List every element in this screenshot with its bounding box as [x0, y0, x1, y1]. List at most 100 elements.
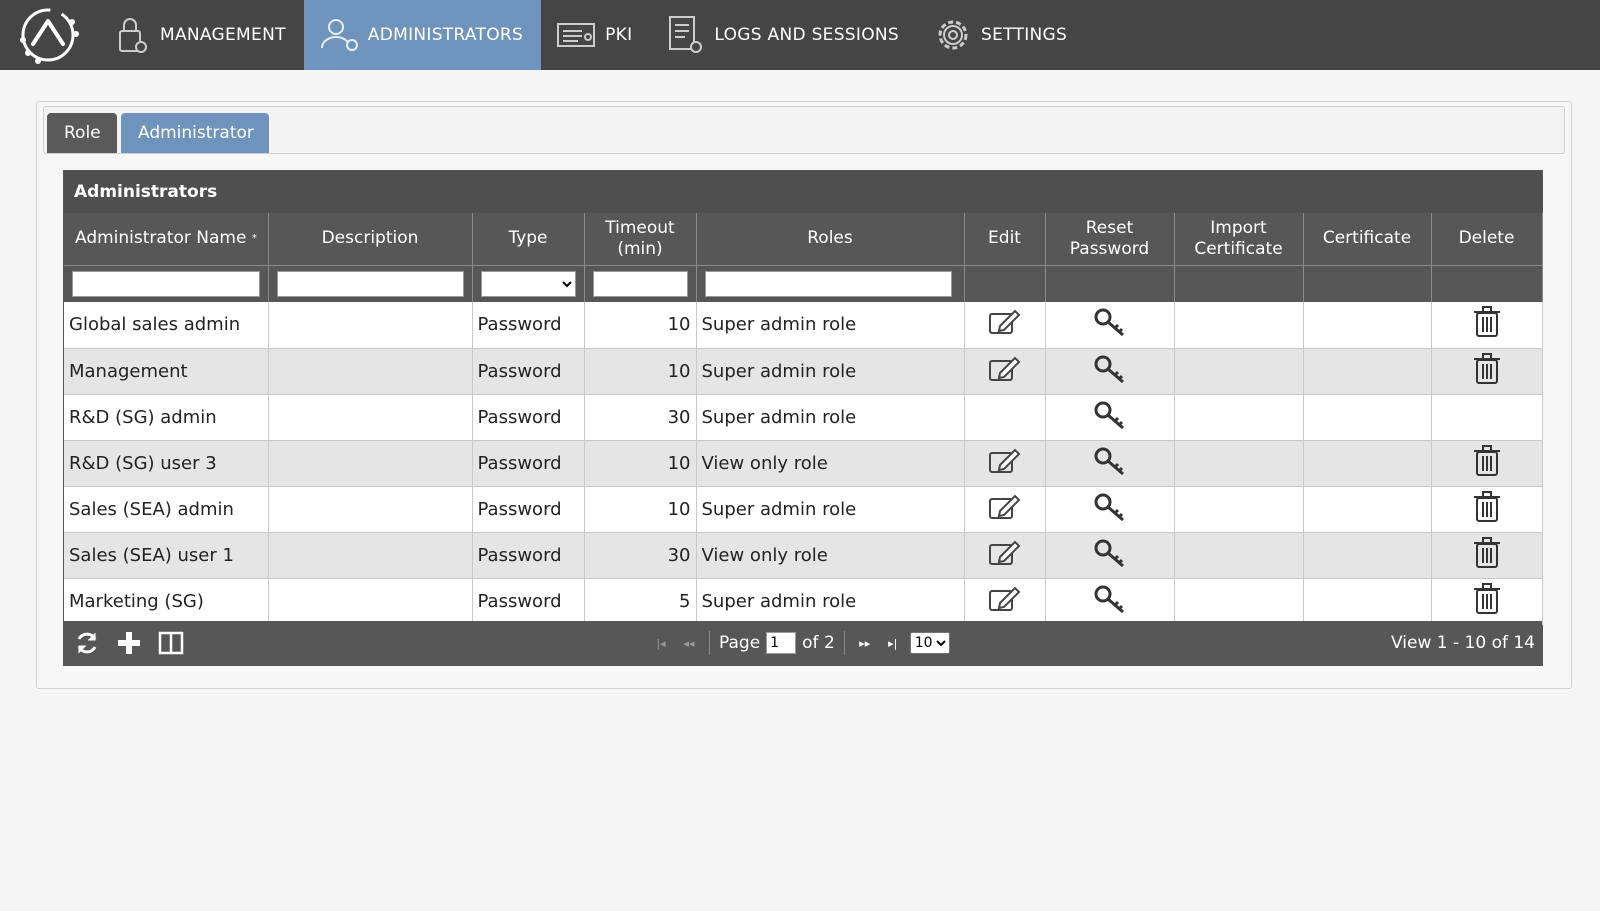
key-icon[interactable] — [1093, 538, 1127, 568]
nav-settings[interactable]: SETTINGS — [917, 0, 1085, 70]
col-header-roles[interactable]: Roles — [696, 213, 965, 266]
trash-icon[interactable] — [1473, 444, 1501, 477]
col-header-name[interactable]: Administrator Name * — [64, 213, 269, 266]
prev-page-icon[interactable]: ◂◂ — [678, 637, 700, 650]
last-page-icon[interactable]: ▸| — [882, 637, 904, 650]
document-gear-icon — [664, 13, 708, 57]
edit-icon[interactable] — [988, 539, 1022, 567]
edit-icon[interactable] — [988, 355, 1022, 383]
cell-edit — [964, 578, 1046, 625]
administrators-grid: Administrators Administrator Name * Desc… — [63, 170, 1543, 666]
table-row[interactable]: Sales (SEA) user 1 Password 30 View only ro… — [64, 532, 1543, 579]
table-row[interactable]: Marketing (SG) Password 5 Super admin role — [64, 578, 1543, 625]
edit-icon[interactable] — [988, 493, 1022, 521]
table-row[interactable]: Management Password 10 Super admin role — [64, 348, 1543, 395]
cell-roles: Super admin role — [696, 348, 965, 395]
cell-reset-password — [1045, 532, 1175, 579]
cell-name: Management — [64, 348, 269, 395]
filter-row — [64, 265, 1543, 302]
trash-icon[interactable] — [1473, 490, 1501, 523]
cell-type: Password — [472, 302, 585, 349]
table-row[interactable]: R&D (SG) user 3 Password 10 View only role — [64, 440, 1543, 487]
nav-label: LOGS AND SESSIONS — [714, 25, 899, 45]
cell-roles: Super admin role — [696, 394, 965, 441]
cell-type: Password — [472, 486, 585, 533]
pager-center: |◂ ◂◂ Page of 2 ▸▸ ▸| 10 — [650, 621, 950, 665]
nav-administrators[interactable]: ADMINISTRATORS — [303, 0, 542, 70]
col-header-description[interactable]: Description — [268, 213, 473, 266]
table-row[interactable]: Sales (SEA) admin Password 10 Super admin r… — [64, 486, 1543, 533]
cell-import-certificate — [1174, 578, 1304, 625]
key-icon[interactable] — [1093, 354, 1127, 384]
nav-logs-and-sessions[interactable]: LOGS AND SESSIONS — [650, 0, 917, 70]
key-icon[interactable] — [1093, 584, 1127, 614]
cell-timeout: 10 — [584, 440, 697, 487]
cell-name: R&D (SG) user 3 — [64, 440, 269, 487]
edit-icon[interactable] — [988, 447, 1022, 475]
col-header-type[interactable]: Type — [472, 213, 585, 266]
view-range-text: View 1 - 10 of 14 — [1391, 633, 1535, 653]
tab-role[interactable]: Role — [47, 113, 117, 153]
cell-name: R&D (SG) admin — [64, 394, 269, 441]
page-number-input[interactable] — [766, 632, 797, 654]
filter-description-input[interactable] — [276, 270, 464, 297]
first-page-icon[interactable]: |◂ — [650, 637, 672, 650]
nav-management[interactable]: MANAGEMENT — [96, 0, 304, 70]
tab-bar: Role Administrator — [43, 106, 1565, 154]
cell-delete — [1431, 302, 1543, 349]
cell-reset-password — [1045, 440, 1175, 487]
col-header-edit: Edit — [964, 213, 1046, 266]
user-gear-icon — [318, 13, 362, 57]
cell-import-certificate — [1174, 302, 1304, 349]
cell-certificate — [1303, 486, 1432, 533]
cell-edit — [964, 486, 1046, 533]
cell-certificate — [1303, 394, 1432, 441]
edit-icon[interactable] — [988, 585, 1022, 613]
cell-reset-password — [1045, 348, 1175, 395]
top-navigation: MANAGEMENT ADMINISTRATORS PKI LOGS AND S… — [0, 0, 1600, 70]
cell-certificate — [1303, 578, 1432, 625]
cell-type: Password — [472, 440, 585, 487]
key-icon[interactable] — [1093, 492, 1127, 522]
trash-icon[interactable] — [1473, 306, 1501, 338]
lock-gear-icon — [110, 13, 154, 57]
filter-roles-input[interactable] — [704, 270, 952, 297]
gear-icon — [931, 13, 975, 57]
col-header-timeout[interactable]: Timeout (min) — [584, 213, 697, 266]
key-icon[interactable] — [1093, 400, 1127, 430]
cell-description — [268, 348, 473, 395]
app-logo[interactable] — [0, 0, 96, 70]
table-row[interactable]: Global sales admin Password 10 Super admin … — [64, 302, 1543, 349]
cell-timeout: 30 — [584, 532, 697, 579]
filter-timeout-input[interactable] — [592, 270, 688, 297]
cell-reset-password — [1045, 302, 1175, 349]
edit-icon[interactable] — [988, 308, 1022, 336]
key-icon[interactable] — [1093, 446, 1127, 476]
trash-icon[interactable] — [1473, 352, 1501, 385]
tab-administrator[interactable]: Administrator — [121, 113, 269, 153]
cell-type: Password — [472, 578, 585, 625]
trash-icon[interactable] — [1473, 582, 1501, 615]
filter-type-select[interactable] — [480, 270, 576, 297]
refresh-icon[interactable] — [72, 629, 102, 657]
next-page-icon[interactable]: ▸▸ — [854, 637, 876, 650]
administrators-table: Administrator Name * Description Type Ti… — [64, 213, 1543, 625]
nav-pki[interactable]: PKI — [541, 0, 650, 70]
cell-roles: Super admin role — [696, 302, 965, 349]
table-row[interactable]: R&D (SG) admin Password 30 Super admin role — [64, 394, 1543, 441]
add-icon[interactable] — [114, 629, 144, 657]
key-icon[interactable] — [1093, 307, 1127, 337]
cell-type: Password — [472, 394, 585, 441]
cell-roles: Super admin role — [696, 486, 965, 533]
cell-edit — [964, 348, 1046, 395]
col-header-delete: Delete — [1431, 213, 1543, 266]
header-row: Administrator Name * Description Type Ti… — [64, 213, 1543, 266]
page-size-select[interactable]: 10 — [909, 632, 950, 654]
grid-caption: Administrators — [64, 171, 1542, 213]
trash-icon[interactable] — [1473, 536, 1501, 569]
cell-description — [268, 302, 473, 349]
cell-import-certificate — [1174, 440, 1304, 487]
cell-edit — [964, 394, 1046, 441]
columns-icon[interactable] — [156, 629, 186, 657]
filter-name-input[interactable] — [72, 270, 260, 297]
